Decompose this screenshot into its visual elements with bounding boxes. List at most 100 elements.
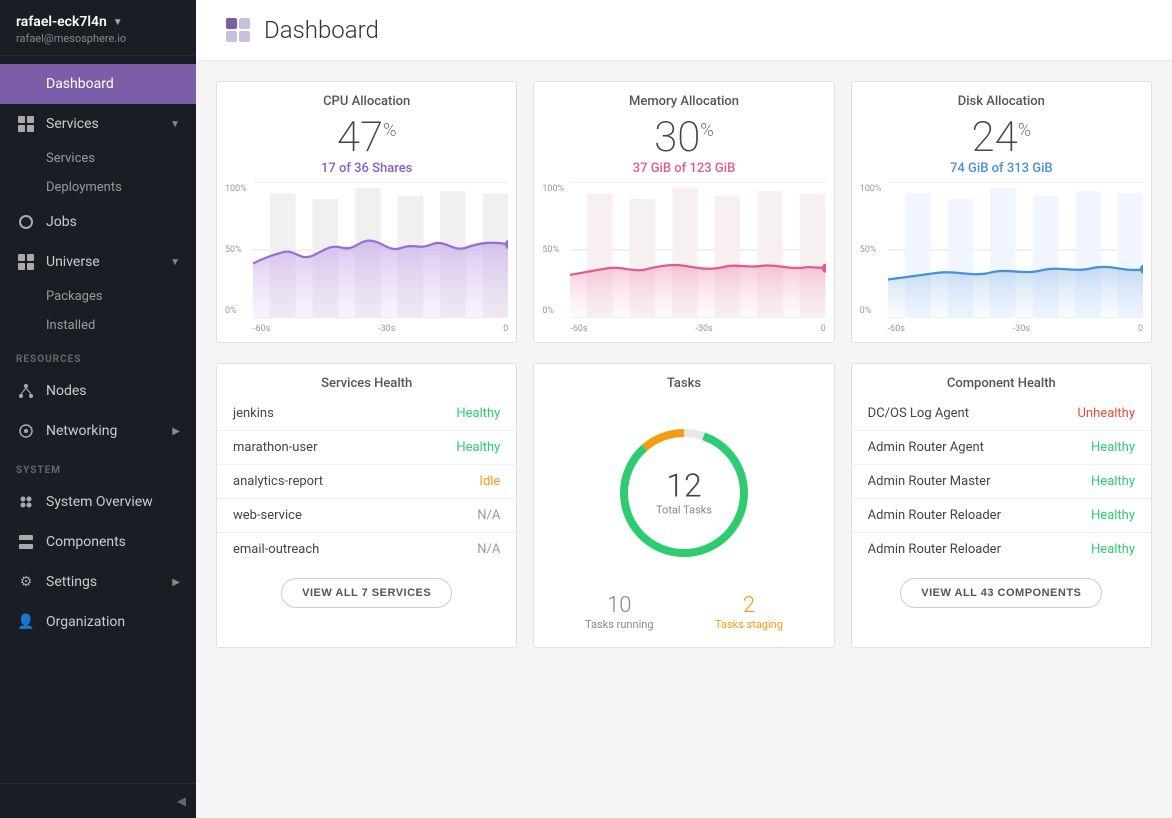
sidebar-item-deployments[interactable]: Deployments	[0, 173, 196, 202]
networking-label: Networking	[46, 423, 117, 439]
service-status-webservice: N/A	[477, 508, 500, 523]
memory-chart-svg	[570, 182, 825, 318]
disk-allocation-card: Disk Allocation 24% 74 GiB of 313 GiB 10…	[851, 81, 1152, 343]
cpu-sub: 17 of 36 Shares	[217, 161, 516, 176]
universe-icon	[16, 252, 36, 272]
networking-icon	[16, 421, 36, 441]
sidebar-item-dashboard[interactable]: Dashboard	[0, 64, 196, 104]
services-sub-label: Services	[46, 151, 95, 166]
sidebar-collapse-button[interactable]: ◀	[0, 783, 196, 818]
component-status-router-reloader-1: Healthy	[1091, 508, 1135, 523]
sidebar-item-services[interactable]: Services ▼	[0, 104, 196, 144]
dashboard-label: Dashboard	[46, 76, 114, 92]
component-name-router-agent: Admin Router Agent	[868, 440, 984, 455]
cpu-title: CPU Allocation	[217, 82, 516, 115]
tasks-staging-label: Tasks staging	[715, 618, 783, 631]
sidebar-item-jobs[interactable]: Jobs	[0, 202, 196, 242]
service-name-jenkins: jenkins	[233, 406, 274, 421]
jobs-label: Jobs	[46, 214, 77, 230]
universe-caret-icon: ▼	[170, 257, 180, 268]
user-email: rafael@mesosphere.io	[16, 32, 180, 45]
memory-chart: 100%50%0%	[534, 182, 833, 342]
component-row-router-reloader-2: Admin Router Reloader Healthy	[852, 533, 1151, 566]
installed-label: Installed	[46, 318, 95, 333]
tasks-donut: 12 Total Tasks	[604, 413, 764, 573]
cpu-chart: 100%50%0%	[217, 182, 516, 342]
tasks-running-label: Tasks running	[585, 618, 653, 631]
memory-title: Memory Allocation	[534, 82, 833, 115]
page-header: Dashboard	[196, 0, 1172, 61]
component-name-router-master: Admin Router Master	[868, 474, 991, 489]
memory-y-labels: 100%50%0%	[542, 182, 564, 318]
system-overview-label: System Overview	[46, 494, 153, 510]
disk-chart-svg	[888, 182, 1143, 318]
cpu-y-labels: 100%50%0%	[225, 182, 247, 318]
component-health-card: Component Health DC/OS Log Agent Unhealt…	[851, 363, 1152, 648]
settings-caret-icon: ▶	[172, 577, 180, 588]
disk-y-labels: 100%50%0%	[860, 182, 882, 318]
service-status-jenkins: Healthy	[456, 406, 500, 421]
sidebar-item-services-sub[interactable]: Services	[0, 144, 196, 173]
health-row-email: email-outreach N/A	[217, 533, 516, 566]
settings-label: Settings	[46, 574, 97, 590]
organization-icon: 👤	[16, 612, 36, 632]
components-icon	[16, 532, 36, 552]
health-row-webservice: web-service N/A	[217, 499, 516, 533]
services-health-title: Services Health	[217, 364, 516, 397]
memory-value: 30%	[534, 115, 833, 161]
component-status-router-agent: Healthy	[1091, 440, 1135, 455]
service-name-marathon: marathon-user	[233, 440, 317, 455]
cpu-x-labels: -60s-30s0	[253, 324, 508, 334]
service-status-email: N/A	[477, 542, 500, 557]
bottom-row: Services Health jenkins Healthy marathon…	[196, 363, 1172, 668]
tasks-staging-stat: 2 Tasks staging	[715, 593, 783, 631]
metrics-grid: CPU Allocation 47% 17 of 36 Shares 100%5…	[196, 61, 1172, 363]
cpu-allocation-card: CPU Allocation 47% 17 of 36 Shares 100%5…	[216, 81, 517, 343]
component-row-router-master: Admin Router Master Healthy	[852, 465, 1151, 499]
sidebar-header: rafael-eck7l4n ▼ rafael@mesosphere.io	[0, 0, 196, 56]
service-name-email: email-outreach	[233, 542, 319, 557]
disk-chart: 100%50%0%	[852, 182, 1151, 342]
tasks-center: 12 Total Tasks	[656, 470, 712, 517]
sidebar-item-packages[interactable]: Packages	[0, 282, 196, 311]
tasks-title: Tasks	[667, 364, 701, 397]
view-all-services-button[interactable]: VIEW ALL 7 SERVICES	[281, 578, 452, 608]
health-row-jenkins: jenkins Healthy	[217, 397, 516, 431]
component-row-router-reloader-1: Admin Router Reloader Healthy	[852, 499, 1151, 533]
collapse-icon: ◀	[177, 794, 186, 808]
universe-label: Universe	[46, 254, 100, 270]
cpu-value: 47%	[217, 115, 516, 161]
component-health-title: Component Health	[852, 364, 1151, 397]
component-status-router-reloader-2: Healthy	[1091, 542, 1135, 557]
component-row-log-agent: DC/OS Log Agent Unhealthy	[852, 397, 1151, 431]
health-row-marathon: marathon-user Healthy	[217, 431, 516, 465]
view-all-components-button[interactable]: VIEW ALL 43 COMPONENTS	[900, 578, 1102, 608]
sidebar-item-nodes[interactable]: Nodes	[0, 371, 196, 411]
resources-section-label: RESOURCES	[0, 340, 196, 371]
nodes-icon	[16, 381, 36, 401]
jobs-icon	[16, 212, 36, 232]
component-status-router-master: Healthy	[1091, 474, 1135, 489]
memory-allocation-card: Memory Allocation 30% 37 GiB of 123 GiB …	[533, 81, 834, 343]
page-title: Dashboard	[264, 16, 379, 44]
sidebar-item-installed[interactable]: Installed	[0, 311, 196, 340]
sidebar-item-components[interactable]: Components	[0, 522, 196, 562]
component-name-router-reloader-2: Admin Router Reloader	[868, 542, 1001, 557]
sidebar: rafael-eck7l4n ▼ rafael@mesosphere.io Da…	[0, 0, 196, 818]
disk-value: 24%	[852, 115, 1151, 161]
service-name-analytics: analytics-report	[233, 474, 323, 489]
service-name-webservice: web-service	[233, 508, 302, 523]
component-row-router-agent: Admin Router Agent Healthy	[852, 431, 1151, 465]
sidebar-item-networking[interactable]: Networking ▶	[0, 411, 196, 451]
dashboard-icon	[16, 74, 36, 94]
component-name-router-reloader-1: Admin Router Reloader	[868, 508, 1001, 523]
networking-caret-icon: ▶	[172, 426, 180, 437]
sidebar-item-system-overview[interactable]: System Overview	[0, 482, 196, 522]
sidebar-item-settings[interactable]: ⚙ Settings ▶	[0, 562, 196, 602]
user-menu[interactable]: rafael-eck7l4n ▼	[16, 14, 180, 30]
sidebar-item-universe[interactable]: Universe ▼	[0, 242, 196, 282]
disk-sub: 74 GiB of 313 GiB	[852, 161, 1151, 176]
sidebar-item-organization[interactable]: 👤 Organization	[0, 602, 196, 642]
health-row-analytics: analytics-report Idle	[217, 465, 516, 499]
tasks-card: Tasks 12 Total Tasks 10 Task	[533, 363, 834, 648]
